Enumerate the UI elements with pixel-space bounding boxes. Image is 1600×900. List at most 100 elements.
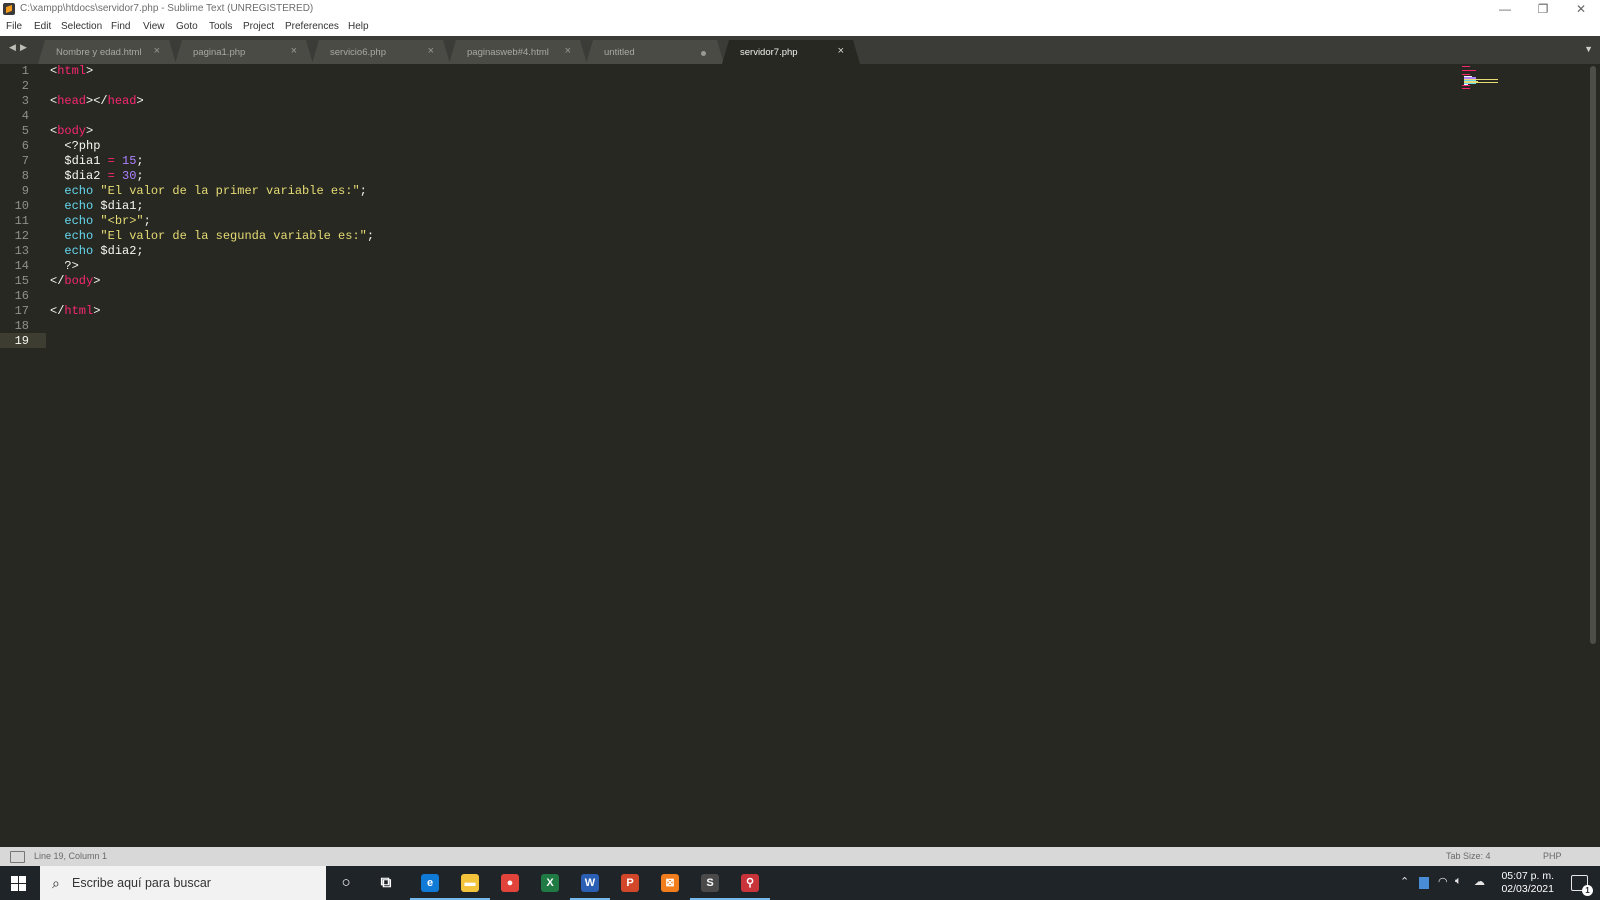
- tab-close-icon[interactable]: ×: [154, 45, 160, 57]
- search-placeholder: Escribe aquí para buscar: [72, 876, 211, 890]
- menu-tools[interactable]: Tools: [209, 21, 232, 32]
- system-clock[interactable]: 05:07 p. m. 02/03/2021: [1501, 870, 1554, 896]
- line-number: 12: [14, 229, 29, 243]
- menu-edit[interactable]: Edit: [34, 21, 51, 32]
- syntax-indicator[interactable]: PHP: [1543, 851, 1562, 861]
- code-token: head: [57, 94, 87, 108]
- taskbar-excel[interactable]: X: [538, 871, 562, 895]
- menu-selection[interactable]: Selection: [61, 21, 102, 32]
- line-number: 4: [21, 109, 29, 123]
- code-token: >: [86, 124, 94, 138]
- tab-bar: ◀ ▶ Nombre y edad.html × pagina1.php × s…: [0, 36, 1600, 64]
- taskbar-search-box[interactable]: ⌕ Escribe aquí para buscar: [40, 866, 326, 900]
- line-number-gutter: 1 2 3 4 5 6 7 8 9 10 11 12 13 14 15 16 17 18 19: [0, 64, 46, 847]
- code-token: $dia1;: [93, 199, 144, 213]
- show-hidden-icons-icon[interactable]: ⌃: [1400, 875, 1409, 888]
- code-line: <body>: [50, 124, 93, 139]
- vertical-scrollbar[interactable]: [1590, 66, 1596, 644]
- tab-close-icon[interactable]: ×: [565, 45, 571, 57]
- tab-close-icon[interactable]: ×: [428, 45, 434, 57]
- word-icon: W: [581, 874, 599, 892]
- notification-count-badge: 1: [1582, 885, 1593, 896]
- line-number: 2: [21, 79, 29, 93]
- minimize-button[interactable]: —: [1486, 0, 1524, 20]
- menu-view[interactable]: View: [143, 21, 165, 32]
- tab-servicio6[interactable]: servicio6.php ×: [312, 40, 450, 64]
- tab-label: servicio6.php: [330, 47, 386, 58]
- xampp-icon: ⊠: [661, 874, 679, 892]
- code-token: body: [57, 124, 87, 138]
- minimap[interactable]: [1462, 66, 1502, 96]
- code-token: html: [57, 64, 87, 78]
- menu-find[interactable]: Find: [111, 21, 130, 32]
- wifi-icon[interactable]: ◠: [1438, 875, 1448, 888]
- code-line: </body>: [50, 274, 100, 289]
- line-number: 11: [14, 214, 29, 228]
- code-token: >: [93, 274, 101, 288]
- taskbar-word[interactable]: W: [570, 871, 610, 900]
- tab-pagina1[interactable]: pagina1.php ×: [175, 40, 313, 64]
- windows-logo-icon: [11, 876, 18, 883]
- tab-paginasweb4[interactable]: paginasweb#4.html ×: [449, 40, 587, 64]
- restore-button[interactable]: ❐: [1524, 0, 1562, 20]
- taskbar-chrome[interactable]: ●: [498, 871, 522, 895]
- taskbar-task-view[interactable]: ⧉: [374, 871, 398, 895]
- code-token: "<br>": [100, 214, 144, 228]
- line-number: 3: [21, 94, 29, 108]
- line-number: 15: [14, 274, 29, 288]
- taskbar-powerpoint[interactable]: P: [618, 871, 642, 895]
- tab-size-indicator[interactable]: Tab Size: 4: [1446, 851, 1491, 861]
- code-token: >: [93, 304, 101, 318]
- tab-untitled[interactable]: untitled: [586, 40, 724, 64]
- modified-dot-icon[interactable]: [701, 51, 706, 56]
- menu-file[interactable]: File: [6, 21, 22, 32]
- tab-list-icon[interactable]: ▼: [1584, 44, 1593, 54]
- tab-forward-icon[interactable]: ▶: [20, 42, 27, 53]
- tab-close-icon[interactable]: ×: [291, 45, 297, 57]
- code-line: echo "El valor de la segunda variable es…: [50, 229, 374, 244]
- start-button[interactable]: [11, 876, 26, 891]
- code-token: echo: [64, 184, 94, 198]
- taskbar-file-explorer[interactable]: ▬: [450, 871, 490, 900]
- tray-app-icon[interactable]: [1419, 877, 1429, 889]
- close-button[interactable]: ✕: [1562, 0, 1600, 20]
- line-number: 10: [14, 199, 29, 213]
- taskbar-cortana[interactable]: ○: [334, 871, 358, 895]
- code-line: </html>: [50, 304, 100, 319]
- code-token: "El valor de la primer variable es:": [100, 184, 360, 198]
- code-token: ;: [143, 214, 151, 228]
- taskbar-xampp[interactable]: ⊠: [658, 871, 682, 895]
- menu-goto[interactable]: Goto: [176, 21, 198, 32]
- tab-close-icon[interactable]: ×: [838, 45, 844, 57]
- tab-nombre-y-edad[interactable]: Nombre y edad.html ×: [38, 40, 176, 64]
- tab-back-icon[interactable]: ◀: [9, 42, 16, 53]
- taskbar-edge[interactable]: e: [410, 871, 450, 900]
- menu-preferences[interactable]: Preferences: [285, 21, 339, 32]
- line-number: 16: [14, 289, 29, 303]
- line-number: 17: [14, 304, 29, 318]
- windows-taskbar: ⌕ Escribe aquí para buscar ○ ⧉ e ▬ ● X W P ⊠ S ⚲ ⌃…: [0, 866, 1600, 900]
- code-token: </: [50, 304, 65, 318]
- search-icon: ⌕: [52, 875, 60, 891]
- taskbar-sublime-text[interactable]: S: [690, 871, 730, 900]
- tab-servidor7[interactable]: servidor7.php ×: [722, 40, 860, 64]
- volume-icon[interactable]: 🔈︎: [1455, 875, 1462, 888]
- menu-project[interactable]: Project: [243, 21, 274, 32]
- line-number: 19: [14, 334, 29, 348]
- taskbar-git[interactable]: ⚲: [730, 871, 770, 900]
- code-token: 30: [122, 169, 137, 183]
- title-bar: C:\xampp\htdocs\servidor7.php - Sublime …: [0, 0, 1600, 20]
- panel-toggle-icon[interactable]: [10, 851, 25, 863]
- code-token: ;: [136, 169, 144, 183]
- menu-help[interactable]: Help: [348, 21, 369, 32]
- action-center-icon[interactable]: 1: [1571, 875, 1593, 896]
- tab-label: untitled: [604, 47, 635, 58]
- onedrive-icon[interactable]: ☁︎: [1474, 875, 1485, 888]
- code-token: $dia2: [50, 169, 108, 183]
- clock-time: 05:07 p. m.: [1501, 870, 1554, 882]
- tab-label: Nombre y edad.html: [56, 47, 142, 58]
